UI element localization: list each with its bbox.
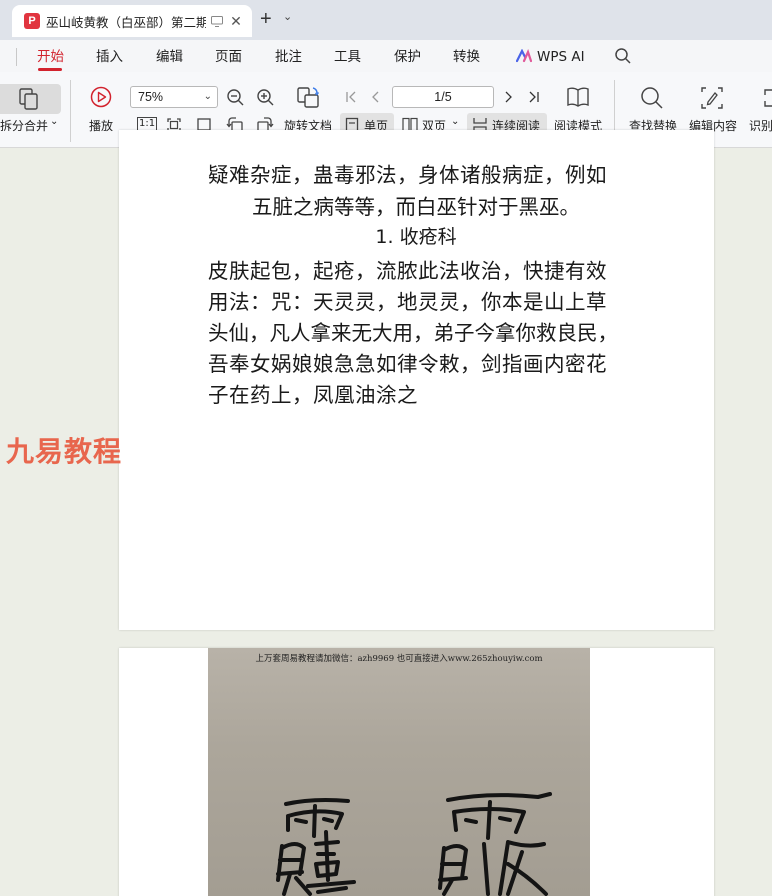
split-merge-icon xyxy=(19,88,38,110)
edit-content-icon[interactable] xyxy=(700,86,724,110)
read-mode-icon[interactable] xyxy=(566,86,590,108)
watermark-text: 九易教程 xyxy=(6,435,123,468)
menu-edit[interactable]: 编辑 xyxy=(156,47,183,67)
scanned-talisman-image: 上万套周易教程请加微信：azh9969 也可直接进入www.265zhouyiw… xyxy=(208,648,590,896)
next-page-icon[interactable] xyxy=(504,90,514,104)
zoom-out-icon[interactable] xyxy=(226,88,244,106)
talisman-drawing xyxy=(276,792,552,896)
chevron-down-icon[interactable]: ⌄ xyxy=(283,10,292,23)
search-icon[interactable] xyxy=(614,47,632,65)
find-replace-icon[interactable] xyxy=(640,86,664,110)
menu-page[interactable]: 页面 xyxy=(215,47,242,67)
zoom-value: 75% xyxy=(138,90,164,104)
menu-annotate[interactable]: 批注 xyxy=(275,47,302,67)
wps-ai-icon xyxy=(516,49,532,63)
recognize-icon[interactable] xyxy=(760,86,772,110)
recognize-label[interactable]: 识别 xyxy=(749,117,772,134)
doc-text-line: 用法：咒：天灵灵，地灵灵，你本是山上草 xyxy=(208,290,607,314)
doc-text-line: 吾奉女娲娘娘急急如律令敕，剑指画内密花 xyxy=(208,352,607,376)
doc-text-line: 皮肤起包，起疮，流脓此法收治，快捷有效 xyxy=(208,259,607,283)
actual-size-icon[interactable]: 1:1 xyxy=(137,117,158,131)
chevron-down-icon[interactable]: ⌄ xyxy=(50,116,58,127)
menu-protect[interactable]: 保护 xyxy=(394,47,421,67)
split-merge-label[interactable]: 拆分合并 xyxy=(0,117,48,134)
toolbar-divider xyxy=(70,80,71,142)
tab-title: 巫山岐黄教（白巫部）第二期 xyxy=(46,14,206,30)
menu-divider xyxy=(16,48,17,66)
new-tab-button[interactable]: + xyxy=(260,9,278,29)
chevron-down-icon[interactable]: ⌄ xyxy=(204,87,212,107)
first-page-icon[interactable] xyxy=(345,90,357,104)
play-label[interactable]: 播放 xyxy=(89,117,113,134)
menu-convert[interactable]: 转换 xyxy=(453,47,480,67)
wps-pdf-logo-icon: P xyxy=(24,13,40,29)
page-number-input[interactable]: 1/5 xyxy=(392,86,494,108)
document-tab[interactable]: P 巫山岐黄教（白巫部）第二期 ✕ xyxy=(12,5,252,37)
chevron-down-icon[interactable]: ⌄ xyxy=(451,116,459,127)
rotate-document-icon[interactable] xyxy=(296,86,320,110)
doc-text-line: 疑难杂症，蛊毒邪法，身体诸般病症，例如 xyxy=(208,163,607,187)
doc-text-line: 五脏之病等等，而白巫针对于黑巫。 xyxy=(252,195,580,219)
doc-text-line: 头仙，凡人拿来无大用，弟子今拿你救良民， xyxy=(208,321,618,345)
previous-page-icon[interactable] xyxy=(370,90,380,104)
menu-start[interactable]: 开始 xyxy=(37,47,64,67)
zoom-select[interactable]: 75% ⌄ xyxy=(130,86,218,108)
doc-text-line: 子在药上，凤凰油涂之 xyxy=(208,383,418,407)
active-menu-indicator xyxy=(38,68,62,71)
menu-wps-ai[interactable]: WPS AI xyxy=(537,47,585,67)
menu-tools[interactable]: 工具 xyxy=(334,47,361,67)
zoom-in-icon[interactable] xyxy=(256,88,274,106)
last-page-icon[interactable] xyxy=(528,90,540,104)
close-tab-icon[interactable]: ✕ xyxy=(228,13,244,29)
monitor-icon[interactable] xyxy=(210,14,224,28)
play-icon[interactable] xyxy=(90,86,112,108)
doc-section-heading: 1. 收疮科 xyxy=(375,226,457,248)
menu-insert[interactable]: 插入 xyxy=(96,47,123,67)
